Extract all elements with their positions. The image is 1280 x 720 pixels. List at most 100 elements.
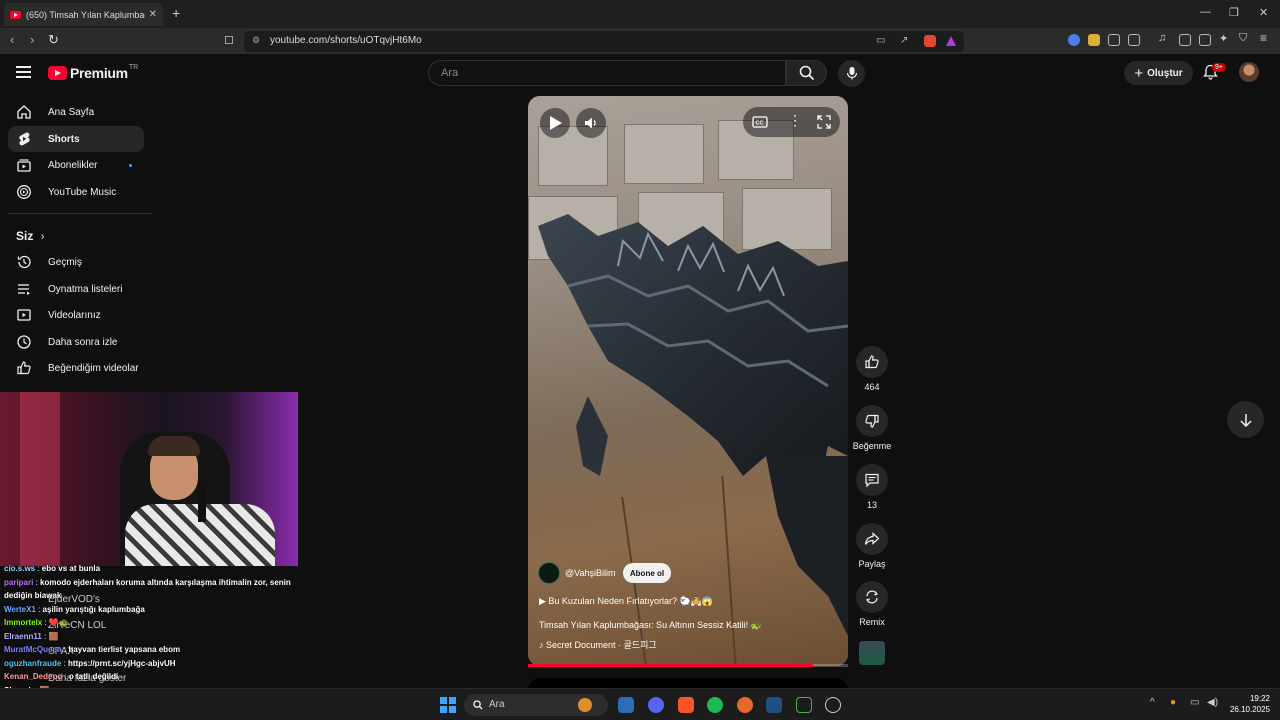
forward-button[interactable]: › bbox=[30, 32, 34, 47]
sound-link[interactable]: ♪ Secret Document · 골드피그 bbox=[539, 638, 657, 651]
sidebar-item-your-videos[interactable]: Videolarınız bbox=[8, 302, 144, 328]
chat-username: oguzhanfraude bbox=[4, 658, 62, 668]
you-section-heading[interactable]: Siz › bbox=[16, 229, 44, 243]
maximize-button[interactable]: ❐ bbox=[1229, 6, 1239, 19]
obs-icon[interactable] bbox=[825, 697, 841, 713]
chat-username: Elraenn11 bbox=[4, 631, 42, 641]
chat-message: Elraenn11 : 🟫 bbox=[4, 631, 59, 641]
sidebar-item-playlists[interactable]: Oynatma listeleri bbox=[8, 276, 144, 302]
extensions-puzzle-icon[interactable] bbox=[1108, 34, 1120, 46]
chat-text: ebo vs at bunla bbox=[41, 564, 101, 573]
speaker-icon[interactable]: ◀) bbox=[1207, 697, 1218, 708]
share-button[interactable] bbox=[856, 523, 888, 555]
browser-toolbar: ‹ › ↻ ☐ ⚙ youtube.com/shorts/uOTqvjHt6Mo… bbox=[0, 28, 1280, 54]
reload-button[interactable]: ↻ bbox=[48, 32, 59, 48]
sidebar-divider bbox=[8, 213, 152, 214]
screenshot-icon[interactable] bbox=[1128, 34, 1140, 46]
thumbs-up-icon bbox=[865, 355, 879, 369]
closed-captions-icon[interactable]: CC bbox=[752, 116, 768, 128]
play-icon bbox=[550, 116, 562, 130]
wallet-icon[interactable] bbox=[1199, 34, 1211, 46]
account-avatar[interactable] bbox=[1239, 62, 1259, 82]
sidebar-item-history[interactable]: Geçmiş bbox=[8, 249, 144, 275]
chat-message: WerteX1 : aşilin yarıştığı kaplumbağa bbox=[4, 604, 145, 614]
video-title[interactable]: Timsah Yılan Kaplumbağası: Su Altının Se… bbox=[539, 620, 762, 631]
channel-avatar[interactable] bbox=[538, 562, 560, 584]
music-note-icon: ♪ bbox=[539, 640, 547, 650]
play-button[interactable] bbox=[540, 108, 570, 138]
sidebar-item-youtube-music[interactable]: YouTube Music bbox=[8, 179, 144, 205]
music-icon[interactable]: ♫ bbox=[1158, 32, 1170, 44]
youtube-premium-logo[interactable]: Premium TR bbox=[48, 64, 138, 81]
window-close-button[interactable]: ✕ bbox=[1259, 6, 1268, 19]
sidebar-icon[interactable] bbox=[1179, 34, 1191, 46]
share-icon[interactable]: ↗ bbox=[900, 35, 908, 46]
close-tab-icon[interactable]: ✕ bbox=[149, 9, 157, 20]
browser-tab[interactable]: (650) Timsah Yılan Kaplumbağası ✕ bbox=[4, 3, 163, 26]
subscribe-button[interactable]: Abone ol bbox=[623, 563, 671, 583]
chat-username: MuratMcQueen bbox=[4, 645, 62, 654]
spotify-icon[interactable] bbox=[707, 697, 723, 713]
video-progress-bar[interactable] bbox=[528, 664, 848, 667]
minimize-button[interactable]: — bbox=[1200, 6, 1211, 18]
channel-handle[interactable]: @VahşiBilim bbox=[565, 568, 615, 578]
create-button[interactable]: + Oluştur bbox=[1124, 61, 1193, 85]
microphone-icon[interactable]: ● bbox=[1170, 697, 1176, 708]
remix-button[interactable] bbox=[856, 581, 888, 613]
network-icon[interactable]: ▭ bbox=[1190, 697, 1199, 708]
youtube-favicon-icon bbox=[10, 10, 21, 19]
sidebar-item-home[interactable]: Ana Sayfa bbox=[8, 99, 144, 125]
steam-icon[interactable] bbox=[766, 697, 782, 713]
steam-icon[interactable] bbox=[618, 697, 634, 713]
sidebar-item-liked-videos[interactable]: Beğendiğim videolar bbox=[8, 355, 144, 381]
search-button[interactable] bbox=[786, 60, 827, 86]
cast-icon[interactable]: ▭ bbox=[876, 35, 885, 46]
tab-title: (650) Timsah Yılan Kaplumbağası bbox=[26, 9, 145, 20]
comment-icon bbox=[865, 473, 879, 488]
like-button[interactable] bbox=[856, 346, 888, 378]
chat-text: o tatlı değildi bbox=[68, 672, 119, 681]
browser-menu-icon[interactable]: ≡ bbox=[1260, 31, 1272, 45]
voice-search-button[interactable] bbox=[838, 60, 865, 87]
comments-button[interactable] bbox=[856, 464, 888, 496]
address-bar[interactable]: ⚙ youtube.com/shorts/uOTqvjHt6Mo ▭ ↗ bbox=[244, 31, 964, 52]
volume-button[interactable] bbox=[576, 108, 606, 138]
taskbar-search[interactable]: Ara bbox=[464, 694, 608, 716]
brave-shield-icon[interactable] bbox=[924, 35, 936, 47]
taskbar-clock[interactable]: 19:22 26.10.2025 bbox=[1228, 693, 1270, 715]
extension-icon[interactable] bbox=[1068, 34, 1080, 46]
microphone-arm bbox=[198, 482, 206, 522]
chat-message: Kenan_Dedeoo : o tatlı değildi bbox=[4, 672, 119, 681]
brave-browser-icon[interactable] bbox=[678, 697, 694, 713]
leo-ai-icon[interactable]: ✦ bbox=[1219, 32, 1231, 45]
shorts-video-player[interactable] bbox=[528, 96, 848, 666]
share-arrow-icon bbox=[864, 532, 880, 545]
sidebar-item-subscriptions[interactable]: Abonelikler bbox=[8, 152, 144, 178]
more-options-icon[interactable]: ⋮ bbox=[788, 112, 802, 129]
vpn-icon[interactable]: ⛉ bbox=[1239, 32, 1251, 44]
xbox-icon[interactable] bbox=[796, 697, 812, 713]
new-tab-button[interactable]: + bbox=[172, 5, 180, 21]
back-button[interactable]: ‹ bbox=[10, 32, 14, 47]
discord-icon[interactable] bbox=[648, 697, 664, 713]
related-video-link[interactable]: ▶ Bu Kuzuları Neden Fırlatıyorlar? 🐑👰😱 bbox=[539, 596, 713, 607]
fullscreen-icon[interactable] bbox=[817, 115, 831, 129]
share-label: Paylaş bbox=[858, 559, 886, 569]
progress-fill bbox=[528, 664, 813, 667]
site-info-icon[interactable]: ⚙ bbox=[252, 35, 260, 46]
extension-icon[interactable] bbox=[1088, 34, 1100, 46]
windows-start-icon[interactable] bbox=[440, 697, 456, 713]
brave-rewards-icon[interactable] bbox=[946, 36, 956, 46]
sound-thumbnail[interactable] bbox=[859, 641, 885, 665]
browser-tab-strip: (650) Timsah Yılan Kaplumbağası ✕ + — ❐ … bbox=[0, 0, 1280, 28]
chevron-up-icon[interactable]: ^ bbox=[1150, 697, 1155, 708]
app-icon[interactable] bbox=[737, 697, 753, 713]
dislike-button[interactable] bbox=[856, 405, 888, 437]
next-video-button[interactable] bbox=[1227, 401, 1264, 438]
bookmark-icon[interactable]: ☐ bbox=[224, 34, 234, 47]
hamburger-menu-icon[interactable] bbox=[16, 66, 31, 78]
sidebar-item-watch-later[interactable]: Daha sonra izle bbox=[8, 329, 144, 355]
sidebar-item-shorts[interactable]: Shorts bbox=[8, 126, 144, 152]
search-input[interactable]: Ara bbox=[428, 60, 786, 86]
chat-message: paripari : komodo ejderhaları koruma alt… bbox=[4, 577, 291, 587]
